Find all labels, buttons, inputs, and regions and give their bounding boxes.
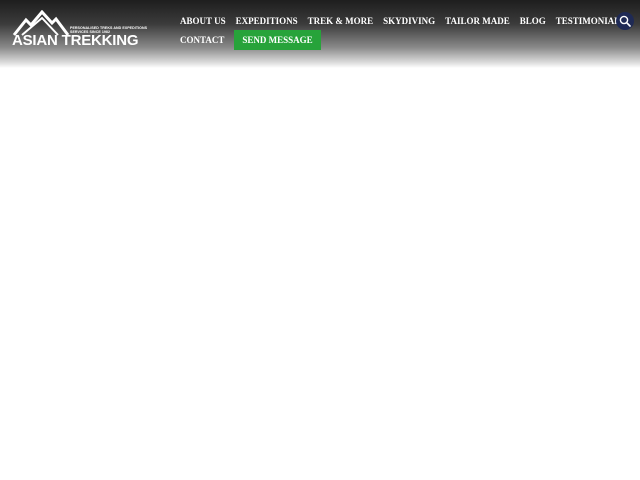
send-message-button[interactable]: SEND MESSAGE — [234, 30, 321, 50]
nav-item-trek-and-more[interactable]: TREK & MORE — [303, 11, 379, 31]
search-button[interactable] — [616, 12, 634, 30]
nav-item-expeditions[interactable]: EXPEDITIONS — [231, 11, 303, 31]
nav-item-skydiving[interactable]: SKYDIVING — [378, 11, 440, 31]
logo-wordmark: ASIAN TREKKING — [12, 32, 139, 49]
search-icon — [619, 15, 631, 27]
main-nav: ABOUT US EXPEDITIONS TREK & MORE SKYDIVI… — [175, 11, 625, 51]
nav-row-secondary: CONTACT SEND MESSAGE — [175, 29, 605, 51]
nav-item-blog[interactable]: BLOG — [515, 11, 551, 31]
nav-item-contact[interactable]: CONTACT — [175, 30, 229, 50]
logo[interactable]: PERSONALISED TREKS AND EXPEDITIONS SERVI… — [12, 10, 147, 50]
nav-row-primary: ABOUT US EXPEDITIONS TREK & MORE SKYDIVI… — [175, 11, 625, 31]
nav-item-about-us[interactable]: ABOUT US — [175, 11, 231, 31]
nav-item-tailor-made[interactable]: TAILOR MADE — [440, 11, 515, 31]
site-header: PERSONALISED TREKS AND EXPEDITIONS SERVI… — [0, 0, 640, 68]
page-content — [0, 68, 640, 480]
